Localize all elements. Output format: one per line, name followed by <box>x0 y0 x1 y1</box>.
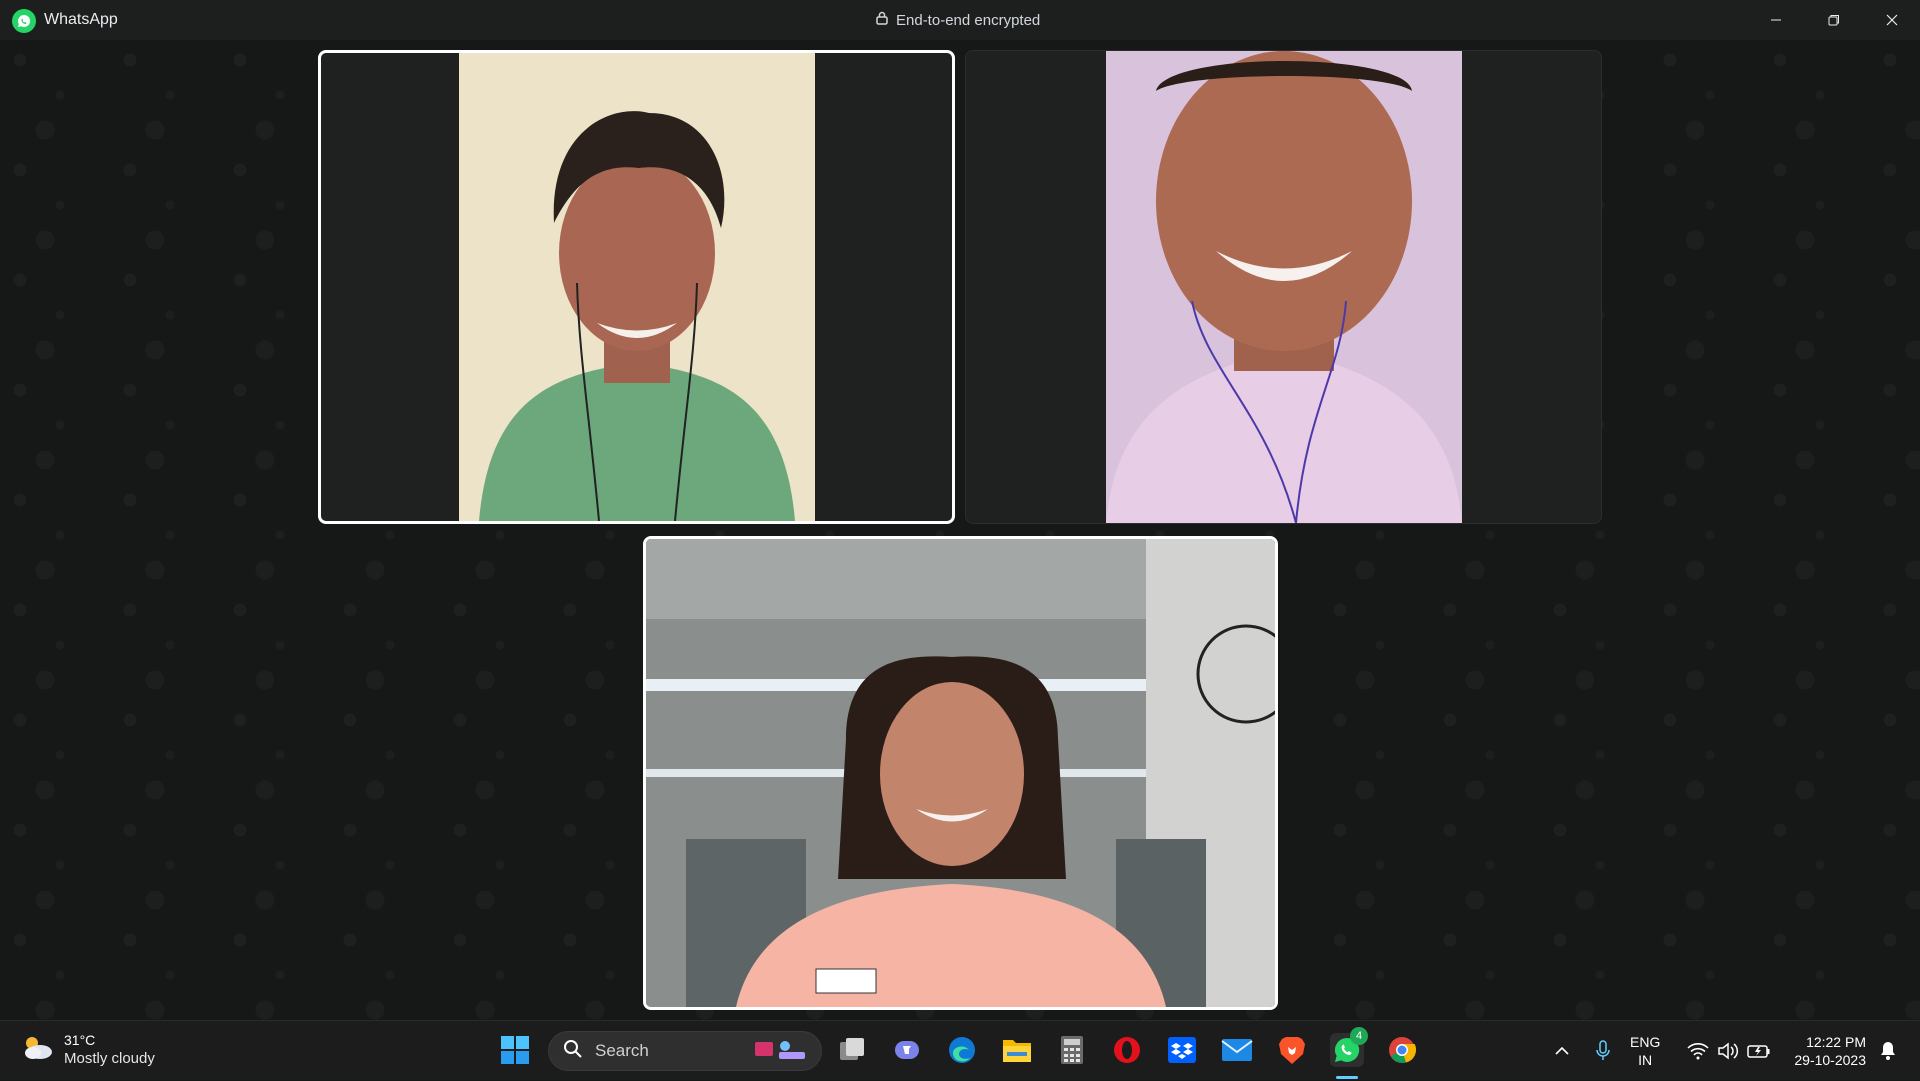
chrome-icon[interactable] <box>1385 1033 1419 1067</box>
clock[interactable]: 12:22 PM 29-10-2023 <box>1784 1033 1866 1069</box>
self-view-video <box>646 539 1275 1007</box>
weather-temperature: 31°C <box>64 1032 96 1048</box>
clock-date: 29-10-2023 <box>1794 1052 1866 1068</box>
microphone-icon[interactable] <box>1590 1021 1616 1081</box>
whatsapp-icon[interactable]: 4 <box>1330 1027 1368 1067</box>
restore-button[interactable] <box>1806 0 1862 40</box>
weather-condition: Mostly cloudy <box>64 1050 155 1067</box>
call-stage <box>0 40 1920 1020</box>
participant-video-1 <box>459 53 815 521</box>
opera-icon[interactable] <box>1110 1033 1144 1067</box>
dropbox-icon[interactable] <box>1165 1033 1199 1067</box>
app-title: WhatsApp <box>44 11 118 28</box>
language-code: ENG <box>1630 1034 1661 1050</box>
encryption-label: End-to-end encrypted <box>896 11 1041 29</box>
clock-time: 12:22 PM <box>1806 1034 1866 1050</box>
participant-video-2 <box>1106 51 1462 523</box>
language-region: IN <box>1638 1052 1653 1068</box>
file-explorer-icon[interactable] <box>1000 1033 1034 1067</box>
search-placeholder: Search <box>595 1041 649 1060</box>
close-button[interactable] <box>1864 0 1920 40</box>
volume-icon[interactable] <box>1714 1021 1742 1081</box>
edge-icon[interactable] <box>945 1033 979 1067</box>
lock-icon <box>876 11 888 29</box>
minimize-button[interactable] <box>1748 0 1804 40</box>
taskbar: 31°C Mostly cloudy Search 4 ENG IN 12:22… <box>0 1020 1920 1080</box>
input-language-indicator[interactable]: ENG IN <box>1630 1033 1660 1069</box>
start-icon[interactable] <box>498 1033 532 1067</box>
cloud-sun-icon <box>20 1033 54 1066</box>
title-bar: WhatsApp End-to-end encrypted <box>0 0 1920 40</box>
participant-tile-1[interactable] <box>318 50 955 524</box>
weather-widget[interactable]: 31°C Mostly cloudy <box>20 1031 155 1068</box>
active-app-indicator <box>1336 1076 1358 1079</box>
taskbar-search-box[interactable]: Search <box>548 1031 822 1071</box>
search-highlight-icon <box>753 1036 809 1067</box>
whatsapp-logo-icon <box>12 9 36 33</box>
whatsapp-unread-badge: 4 <box>1350 1027 1368 1045</box>
search-icon <box>563 1039 583 1064</box>
brave-icon[interactable] <box>1275 1033 1309 1067</box>
show-hidden-icons-chevron-up-icon[interactable] <box>1550 1021 1574 1081</box>
encryption-status: End-to-end encrypted <box>876 11 1040 29</box>
mail-icon[interactable] <box>1220 1033 1254 1067</box>
participant-tile-2[interactable] <box>965 50 1602 524</box>
notification-bell-icon[interactable] <box>1874 1021 1902 1081</box>
battery-icon[interactable] <box>1744 1021 1774 1081</box>
calculator-icon[interactable] <box>1055 1033 1089 1067</box>
teams-icon[interactable] <box>890 1033 924 1067</box>
self-view-tile[interactable] <box>643 536 1278 1010</box>
wifi-icon[interactable] <box>1684 1021 1712 1081</box>
task-view-icon[interactable] <box>836 1033 870 1067</box>
